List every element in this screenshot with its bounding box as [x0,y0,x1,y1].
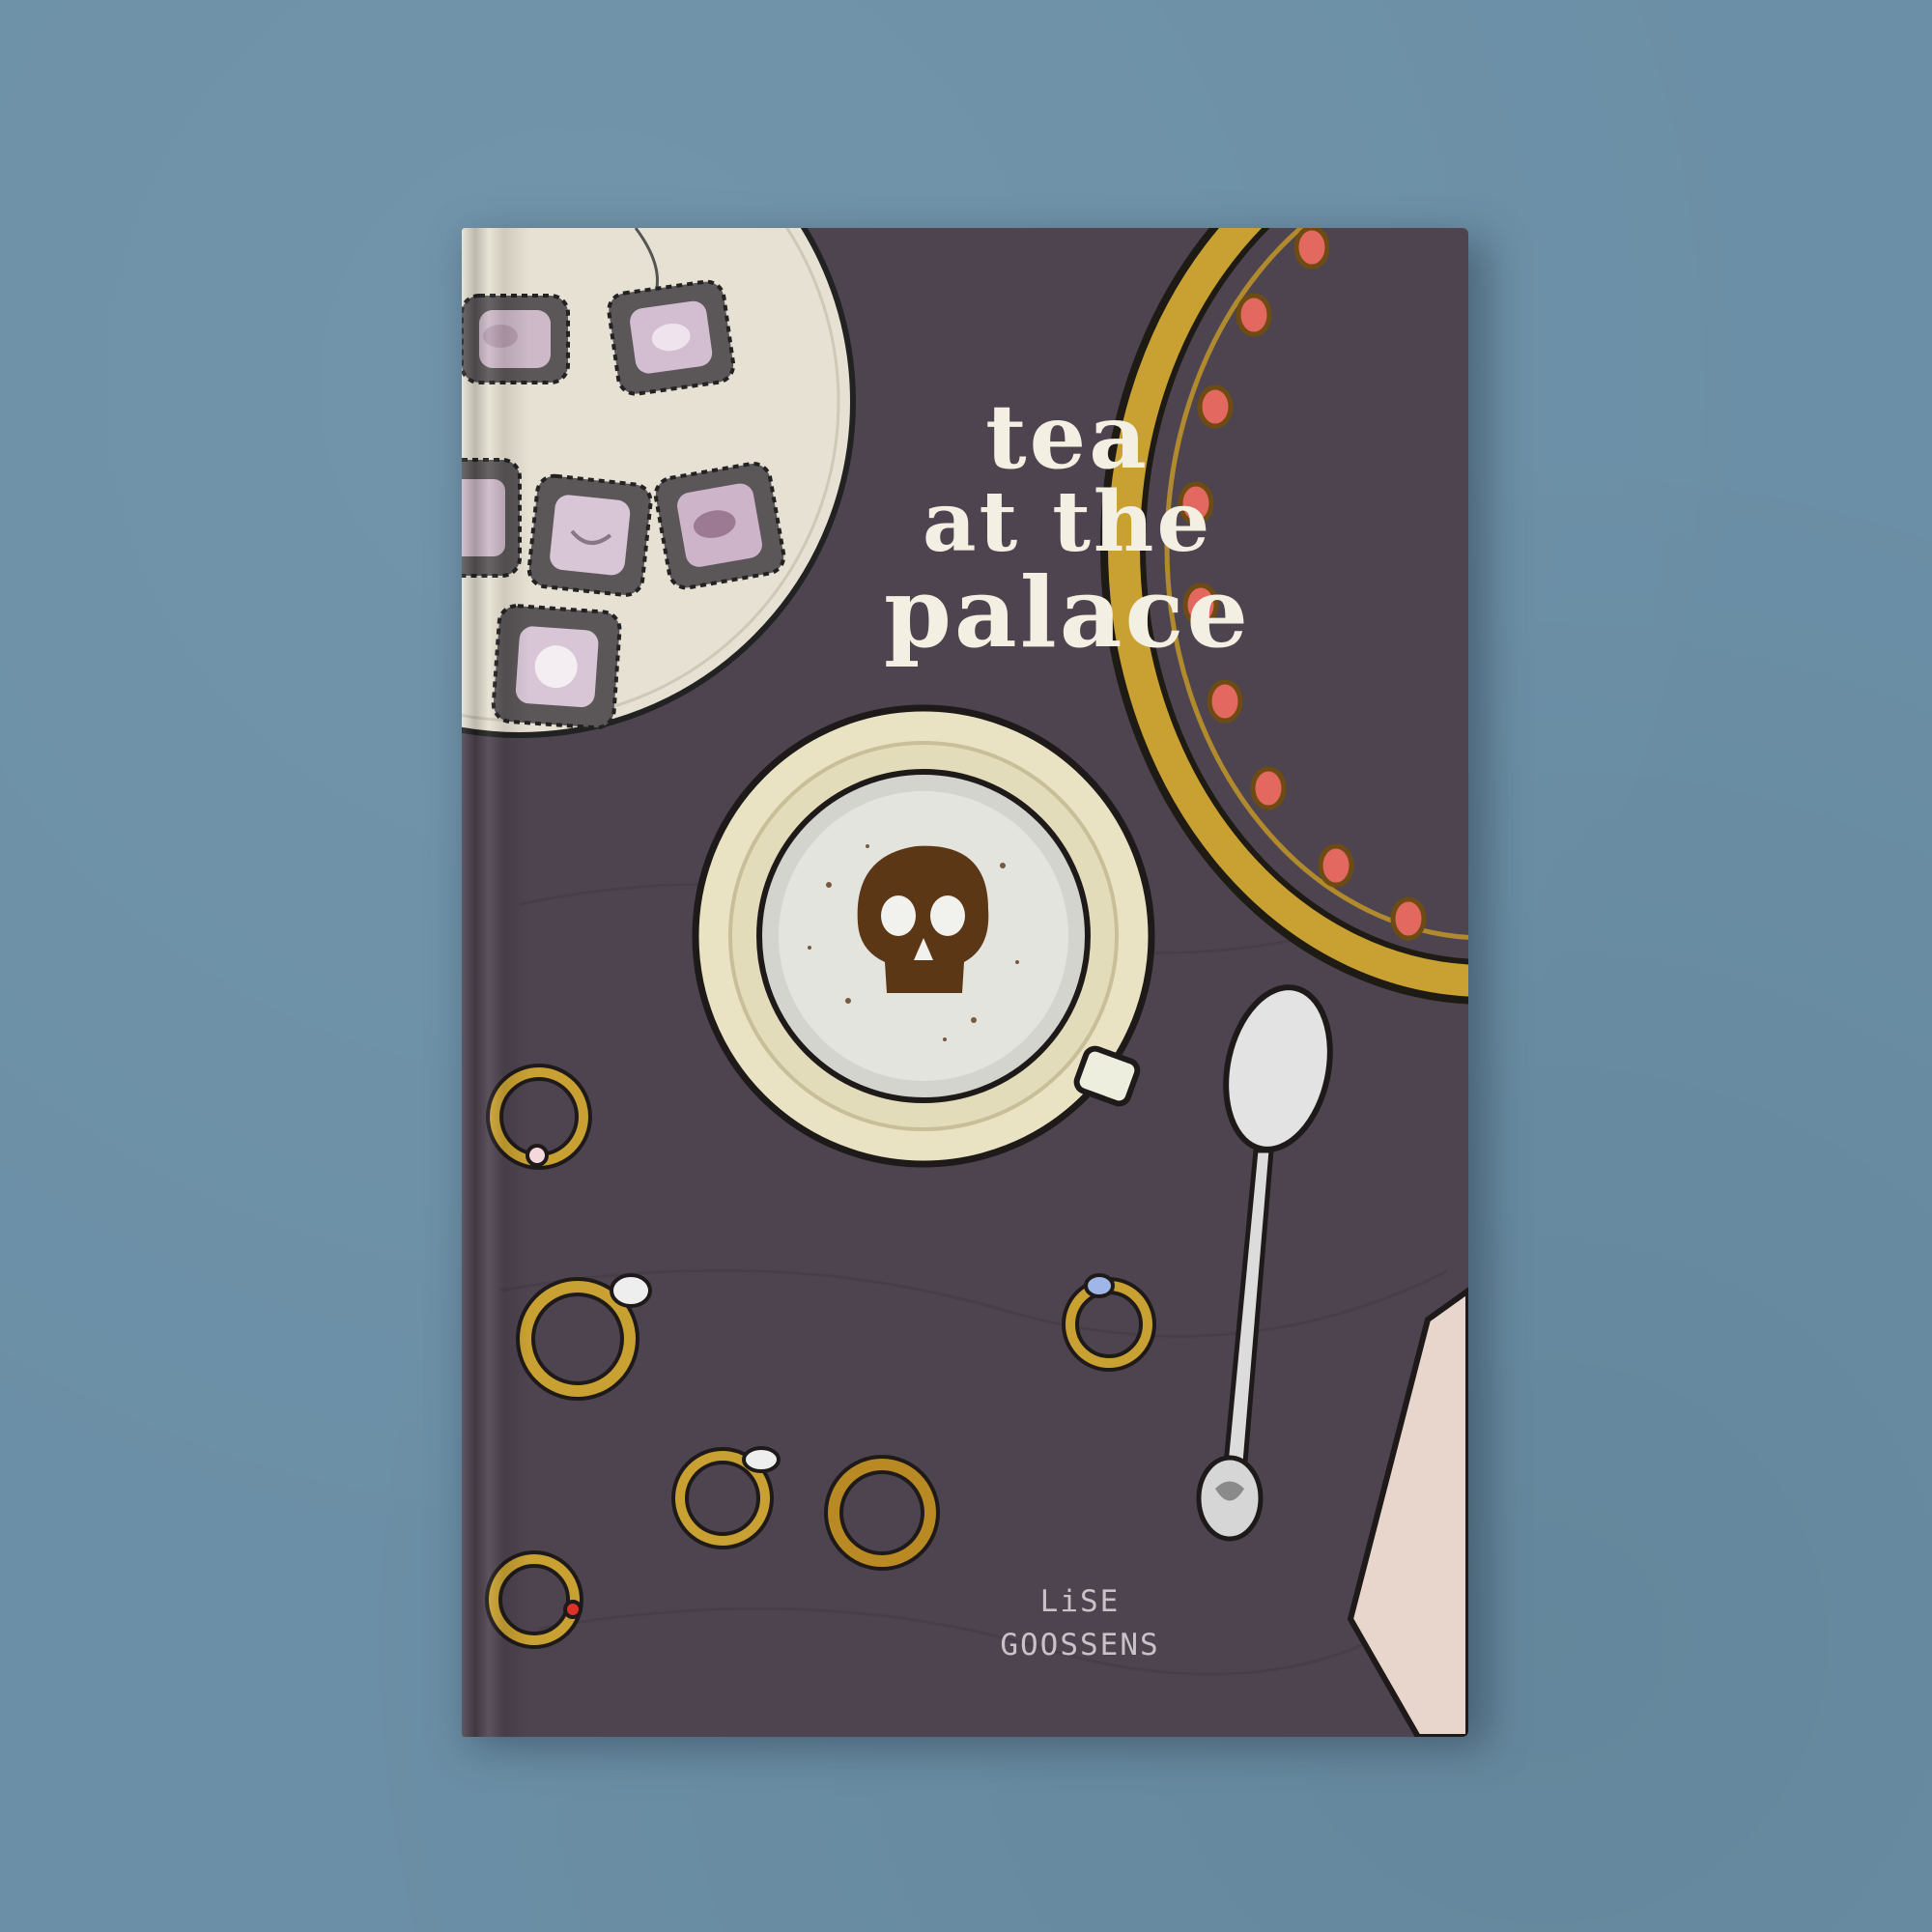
author-first-name: LiSE [1039,1584,1121,1619]
sweet [607,279,736,396]
book-title: tea at the palace [860,392,1275,661]
book-cover[interactable]: tea at the palace LiSE GOOSSENS [462,228,1468,1737]
gold-ring [485,1550,583,1649]
sweet [462,294,570,384]
silver-spoon [1196,984,1333,1542]
gold-ring [486,1064,592,1170]
title-line: tea [985,384,1150,489]
gold-ring [824,1455,940,1571]
gold-ring [1062,1273,1156,1372]
title-line: palace [883,555,1251,669]
gold-rings [485,1064,1156,1649]
author-last-name: GOOSSENS [1000,1627,1160,1662]
title-line: at the [922,473,1213,571]
sweet [526,473,653,597]
sweet [462,458,522,578]
gold-ring [671,1446,781,1549]
sweet [491,604,622,730]
napkin [1347,1287,1468,1737]
plate-of-sweets [462,228,856,738]
sweet [653,462,786,590]
author-name: LiSE GOOSSENS [974,1580,1186,1667]
teacup-with-skull [692,704,1155,1168]
gold-ring [516,1273,652,1401]
